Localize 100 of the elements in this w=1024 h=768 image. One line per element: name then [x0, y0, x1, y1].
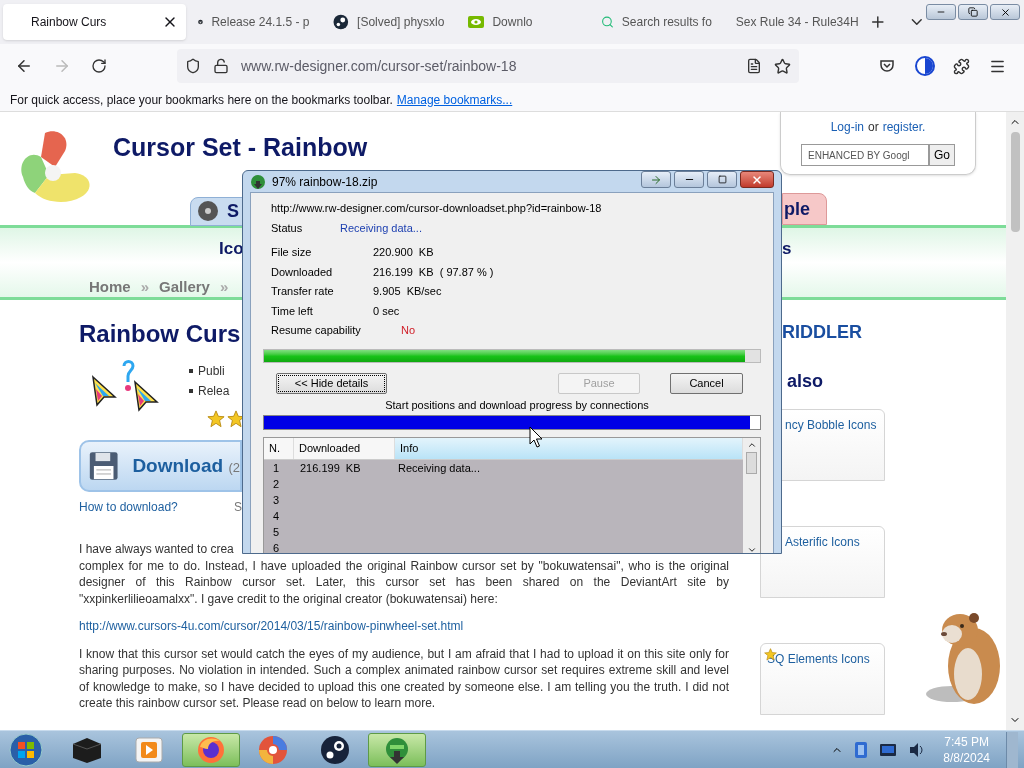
browser-tab[interactable]: Sex Rule 34 - Rule34H	[723, 4, 859, 40]
star-icon	[227, 410, 245, 428]
table-cell-text: 3	[272, 492, 281, 508]
network-tray-icon[interactable]	[853, 740, 870, 759]
field-label: Downloaded	[271, 264, 334, 280]
connections-caption: Start positions and download progress by connections	[385, 397, 649, 413]
source-link[interactable]: http://www.cursors-4u.com/cursor/2014/03/15/rainbow-pinwheel-set.html	[79, 618, 464, 635]
bookmarks-hint: For quick access, place your bookmarks here on the bookmarks toolbar.	[10, 91, 393, 109]
steam-icon	[320, 734, 350, 765]
page-scrollbar[interactable]	[1006, 112, 1024, 730]
author-heading[interactable]: RIDDLER	[782, 319, 1006, 346]
bullet-icon	[189, 369, 193, 373]
shield-icon[interactable]	[185, 58, 201, 74]
login-link[interactable]: Log-in	[830, 118, 864, 136]
description-text: I have always wanted to crea	[79, 541, 234, 558]
back-icon[interactable]	[15, 57, 33, 75]
field-label: Transfer rate	[271, 284, 335, 299]
scroll-thumb[interactable]	[1010, 132, 1020, 232]
steam-icon	[333, 14, 350, 30]
close-button[interactable]	[990, 4, 1020, 20]
field-value: 220.900 KB	[373, 245, 434, 260]
table-cell-text: 5	[272, 524, 281, 540]
field-value: 0 sec	[373, 303, 400, 319]
dialog-button[interactable]: Cancel	[670, 372, 743, 394]
field-label: Status	[271, 220, 304, 236]
table-cell-text: 1	[272, 460, 281, 476]
rainbow-cursor-icon	[133, 380, 159, 412]
side-link-text[interactable]: S	[234, 498, 242, 516]
scroll-down-icon[interactable]	[746, 545, 757, 553]
dialog-title: 97% rainbow-18.zip	[272, 173, 378, 191]
close-icon	[751, 173, 763, 186]
browser-tab[interactable]: Downlo	[456, 4, 589, 40]
related-card[interactable]: Asterific Icons	[760, 526, 885, 598]
bookmark-star-icon[interactable]	[774, 57, 791, 75]
info-item: Relea	[198, 383, 230, 400]
bullet-icon	[189, 389, 193, 393]
dark-box-icon	[71, 735, 103, 764]
scroll-up-icon[interactable]	[746, 440, 757, 450]
firefox-icon	[196, 734, 226, 765]
scroll-thumb[interactable]	[746, 451, 757, 474]
table-cell-text: 4	[272, 508, 281, 524]
eye-logo-icon	[468, 16, 485, 28]
site-title: Cursor Set - Rainbow	[113, 132, 368, 163]
category-link[interactable]: s	[782, 236, 792, 297]
swirl-icon	[257, 733, 289, 766]
extensions-icon[interactable]	[953, 57, 970, 75]
breadcrumb-separator: »	[219, 276, 229, 297]
field-value: 9.905 KB/sec	[373, 284, 442, 299]
maximize-button[interactable]	[707, 171, 737, 188]
dialog-button[interactable]: << Hide details	[276, 372, 387, 394]
maximize-icon	[717, 175, 727, 184]
column-header[interactable]: Info	[395, 438, 743, 459]
close-icon	[999, 6, 1011, 18]
field-label: Resume capability	[271, 323, 362, 338]
section-heading: also	[787, 370, 825, 393]
browser-tab[interactable]: [Solved] physxlo	[321, 4, 457, 40]
field-label: Time left	[271, 303, 314, 319]
table-cell-text: 6	[272, 540, 281, 553]
section-tab[interactable]: ple	[782, 193, 827, 225]
browser-tab[interactable]: Release 24.1.5 - p	[186, 4, 322, 40]
address-bar[interactable]: www.rw-designer.com/cursor-set/rainbow-18	[177, 49, 799, 83]
rainbow-cursor-icon	[91, 375, 117, 407]
browser-tab[interactable]: Search results fo	[588, 4, 724, 40]
restore-button[interactable]	[958, 4, 988, 20]
start-button[interactable]	[8, 731, 44, 768]
reload-icon[interactable]	[91, 58, 107, 74]
column-header[interactable]: N.	[264, 438, 294, 459]
or-text: or	[868, 119, 879, 136]
field-value: 216.199 KB ( 97.87 % )	[373, 264, 494, 280]
lock-icon[interactable]	[213, 58, 229, 74]
help-cursor-icon	[121, 360, 135, 394]
close-button[interactable]	[740, 171, 774, 188]
taskbar-app[interactable]	[368, 732, 426, 767]
account-icon[interactable]	[915, 56, 935, 76]
restore-icon	[968, 7, 978, 17]
breadcrumb-link[interactable]: Gallery	[159, 275, 210, 298]
how-to-download-link[interactable]: How to download?	[79, 498, 234, 516]
hide-to-tray-button[interactable]	[641, 171, 671, 188]
search-field[interactable]: ENHANCED BY Googl	[801, 144, 929, 166]
pocket-icon[interactable]	[879, 58, 895, 74]
go-button[interactable]: Go	[929, 144, 955, 166]
manage-bookmarks-link[interactable]: Manage bookmarks...	[396, 90, 513, 109]
breadcrumb-separator: »	[140, 276, 150, 297]
field-label: File size	[271, 245, 313, 260]
description-paragraph: complex for me to do. Instead, I have uploaded the original Rainbow cursor set by "bokuwatensai", who is the original designer of this Rainbow cursor set. Later, this cursor set has been shared on the DeviantArt site by "xxpinkerlilieoamalxx". I gave credit to the original creator (bokuwatensai) here:	[79, 557, 729, 607]
table-cell-text: 216.199 KB	[299, 460, 362, 476]
browser-tab[interactable]: Rainbow Curs	[3, 4, 187, 40]
minimize-button[interactable]	[674, 171, 704, 188]
disc-icon	[197, 200, 219, 222]
monitor-tray-icon[interactable]	[879, 742, 898, 757]
breadcrumb-link[interactable]: Home	[89, 275, 131, 298]
media-player-icon	[135, 736, 163, 763]
search-icon	[600, 15, 614, 29]
table-cell-text: Receiving data...	[397, 460, 480, 476]
register-link[interactable]: register.	[882, 118, 926, 136]
table-cell-text: 2	[272, 476, 281, 492]
download-button[interactable]: Download (2	[79, 440, 242, 492]
status-value: Receiving data...	[340, 220, 422, 236]
page-heading: Rainbow Curs	[79, 319, 242, 349]
reader-view-icon[interactable]	[746, 58, 762, 74]
